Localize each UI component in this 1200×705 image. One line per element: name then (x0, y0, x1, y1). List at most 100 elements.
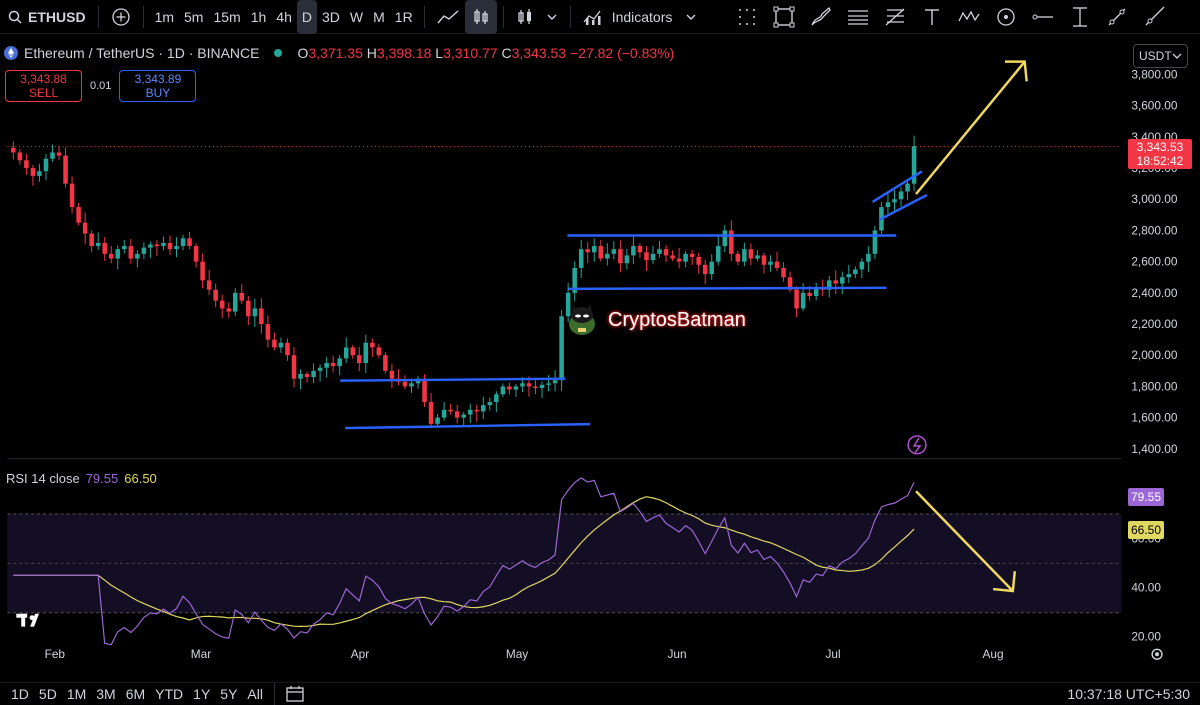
up-arrow[interactable] (915, 60, 1026, 195)
price-axis-label: 3,600.00 (1131, 99, 1178, 113)
range-5d[interactable]: 5D (34, 686, 62, 702)
candle-body (474, 409, 480, 412)
range-3m[interactable]: 3M (91, 686, 120, 702)
candle-body (259, 308, 264, 325)
horizontal-ray-tool[interactable] (1024, 0, 1061, 34)
symbol-label: ETHUSD (28, 8, 86, 25)
candle-body (63, 155, 68, 184)
candle-chart-type-button[interactable] (464, 0, 497, 34)
price-axis-label: 1,400.00 (1131, 442, 1178, 456)
currency-selector[interactable]: USDT (1133, 44, 1188, 68)
range-6m[interactable]: 6M (121, 686, 150, 702)
price-axis-label: 1,600.00 (1131, 411, 1178, 425)
interval-4h[interactable]: 4h (271, 0, 297, 34)
bars-icon (518, 8, 531, 24)
time-axis: Feb Mar Apr May Jun Jul Aug (45, 647, 1004, 661)
candle-body (729, 230, 734, 254)
candle-body (454, 411, 460, 418)
trendline-tool[interactable] (1098, 0, 1135, 34)
interval-m[interactable]: M (368, 0, 390, 34)
candle-body (278, 342, 284, 348)
price-chart[interactable]: 3,800.003,600.003,400.003,200.003,000.00… (0, 34, 1200, 674)
buy-button[interactable]: 3,343.89 BUY (119, 70, 197, 102)
sell-button[interactable]: 3,343.88 SELL (5, 70, 82, 102)
candle-body (383, 355, 388, 371)
market-status-icon (274, 49, 283, 57)
candle-body (637, 246, 643, 253)
range-1m[interactable]: 1M (62, 686, 91, 702)
candle-body (905, 183, 910, 192)
clock[interactable]: 10:37:18 UTC+5:30 (1067, 686, 1190, 702)
range-ytd[interactable]: YTD (150, 686, 188, 702)
pattern-tool[interactable] (950, 0, 987, 34)
ethereum-logo-icon (4, 46, 18, 60)
interval-1m[interactable]: 1m (150, 0, 179, 34)
candle-body (591, 246, 597, 253)
resistance-line-base[interactable] (340, 377, 566, 382)
candle-body (350, 347, 356, 356)
candle-body (102, 242, 107, 254)
settings-gear-icon[interactable] (1151, 648, 1163, 660)
fib-tool[interactable] (876, 0, 913, 34)
chevron-down-icon (686, 14, 696, 20)
candle-body (481, 405, 486, 412)
candle-body (807, 292, 812, 296)
candle-body (467, 409, 473, 415)
range-5y[interactable]: 5Y (215, 686, 242, 702)
candle-body (193, 246, 199, 262)
interval-15m[interactable]: 15m (208, 0, 245, 34)
support-line-range[interactable] (568, 286, 887, 291)
candle-body (774, 261, 780, 268)
range-1d[interactable]: 1D (6, 686, 34, 702)
candle-body (840, 277, 845, 284)
measure-tool[interactable] (1061, 0, 1098, 34)
last-price-value: 3,343.53 (1136, 140, 1184, 154)
calendar-range-icon[interactable] (285, 685, 305, 703)
candle-body (761, 255, 767, 265)
candle-body (448, 409, 453, 412)
interval-d[interactable]: D (296, 0, 317, 34)
candle-body (781, 267, 786, 278)
candle-body (69, 183, 75, 208)
lines-tool[interactable] (839, 0, 876, 34)
ray-tool[interactable] (1135, 0, 1172, 34)
interval-1h[interactable]: 1h (246, 0, 272, 34)
candle-body (892, 199, 897, 203)
candle-body (285, 342, 290, 356)
symbol-search[interactable]: ETHUSD (0, 0, 92, 34)
interval-3d[interactable]: 3D (317, 0, 345, 34)
candle-body (56, 152, 62, 156)
text-tool[interactable] (913, 0, 950, 34)
candle-body (343, 347, 349, 359)
candle-body (650, 253, 656, 261)
candle-body (800, 292, 806, 309)
candle-body (618, 249, 623, 264)
rectangle-tool[interactable] (765, 0, 802, 34)
candle-body (813, 288, 819, 296)
candle-body (755, 255, 760, 259)
rsi-axis: 60.0040.0020.00 (1131, 532, 1161, 644)
lightning-icon[interactable] (907, 435, 927, 455)
candle-body (24, 160, 29, 169)
divider (142, 5, 144, 28)
support-line-base[interactable] (345, 422, 591, 430)
bars-style-button[interactable] (510, 0, 564, 34)
brush-tool[interactable] (802, 0, 839, 34)
line-chart-type-button[interactable] (431, 0, 465, 34)
crosshair-tool[interactable] (728, 0, 765, 34)
indicators-button[interactable]: Indicators (577, 0, 704, 34)
interval-5m[interactable]: 5m (179, 0, 208, 34)
candle-body (748, 249, 754, 259)
prediction-tool[interactable] (987, 0, 1024, 34)
candle-body (578, 249, 584, 268)
candle-body (154, 244, 160, 247)
compare-button[interactable] (105, 0, 137, 34)
spread-value: 0.01 (90, 80, 112, 92)
range-all[interactable]: All (242, 686, 268, 702)
interval-1r[interactable]: 1R (390, 0, 418, 34)
trade-buttons: 3,343.88 SELL 0.01 3,343.89 BUY (5, 70, 197, 102)
range-1y[interactable]: 1Y (188, 686, 215, 702)
interval-w[interactable]: W (345, 0, 368, 34)
rsi-value-tag: 79.55 (1128, 488, 1164, 506)
trendline-icon (1108, 8, 1125, 26)
